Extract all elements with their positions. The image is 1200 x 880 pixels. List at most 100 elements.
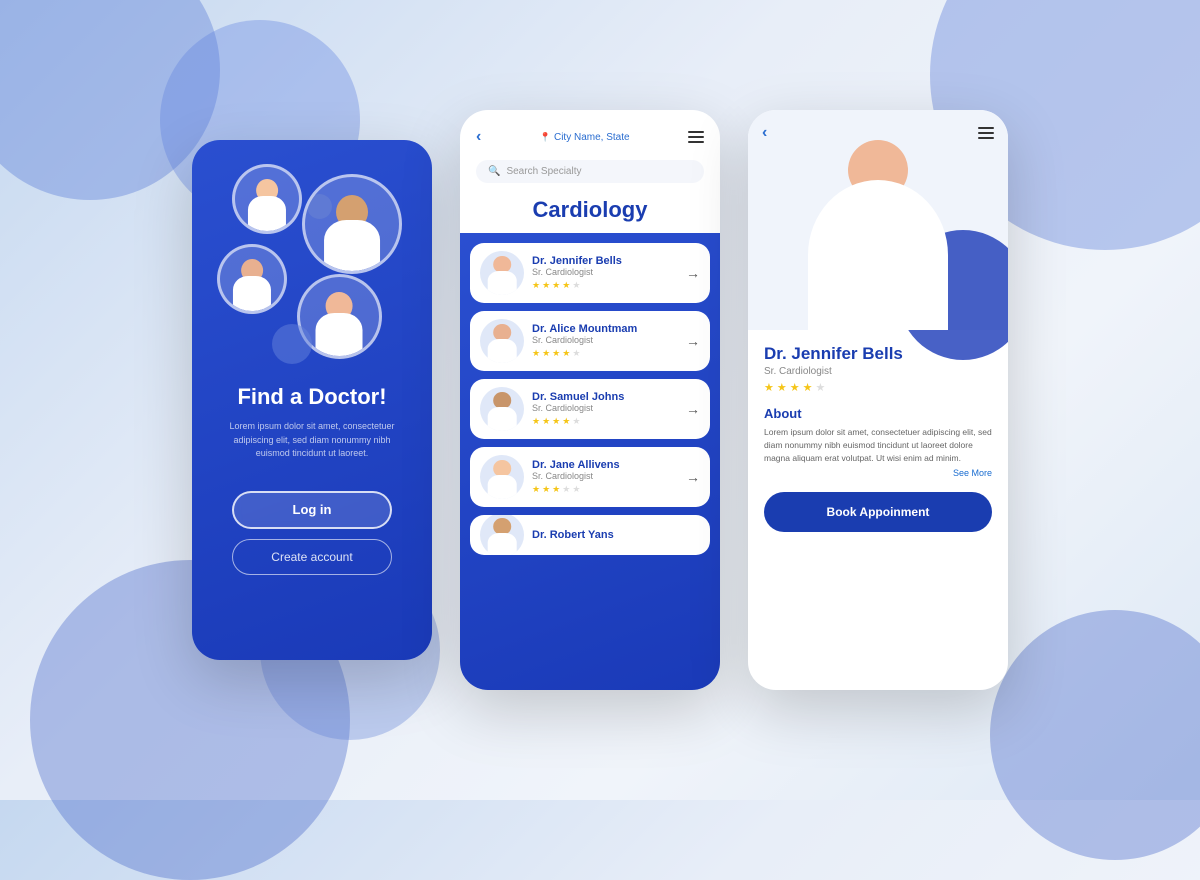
profile-body bbox=[808, 180, 948, 330]
profile-body-section: Dr. Jennifer Bells Sr. Cardiologist ★ ★ … bbox=[748, 330, 1008, 690]
doctor-stars-3: ★ ★ ★ ★ ★ bbox=[532, 416, 678, 427]
star-5: ★ bbox=[572, 280, 580, 291]
bubble-bg-large bbox=[272, 324, 312, 364]
profile-photo-section: ‹ bbox=[748, 110, 1008, 330]
doctor-name-1: Dr. Jennifer Bells bbox=[532, 255, 678, 267]
see-more-link[interactable]: See More bbox=[764, 468, 992, 478]
create-account-button[interactable]: Create account bbox=[232, 539, 392, 575]
star-5: ★ bbox=[572, 484, 580, 495]
doctor-name-4: Dr. Jane Allivens bbox=[532, 459, 678, 471]
star-2: ★ bbox=[542, 484, 550, 495]
doctor-specialty-4: Sr. Cardiologist bbox=[532, 471, 678, 481]
doctor-stars-1: ★ ★ ★ ★ ★ bbox=[532, 280, 678, 291]
profile-star-4: ★ bbox=[803, 381, 813, 394]
doctor-info-2: Dr. Alice Mountmam Sr. Cardiologist ★ ★ … bbox=[532, 323, 678, 359]
arrow-icon-2[interactable]: → bbox=[686, 333, 700, 349]
star-5: ★ bbox=[572, 416, 580, 427]
profile-specialty: Sr. Cardiologist bbox=[764, 366, 992, 377]
doctor-specialty-1: Sr. Cardiologist bbox=[532, 267, 678, 277]
star-3: ★ bbox=[552, 348, 560, 359]
star-3: ★ bbox=[552, 280, 560, 291]
screen-find-doctor: Find a Doctor! Lorem ipsum dolor sit ame… bbox=[192, 140, 432, 660]
star-1: ★ bbox=[532, 416, 540, 427]
doctor-card-3[interactable]: Dr. Samuel Johns Sr. Cardiologist ★ ★ ★ … bbox=[470, 379, 710, 439]
doctor-avatar-5 bbox=[480, 515, 524, 555]
profile-star-1: ★ bbox=[764, 381, 774, 394]
location-label: 📍 City Name, State bbox=[540, 132, 630, 143]
star-1: ★ bbox=[532, 348, 540, 359]
star-3: ★ bbox=[552, 484, 560, 495]
doctor-avatar-1 bbox=[480, 251, 524, 295]
menu-line-3 bbox=[688, 141, 704, 143]
arrow-icon-3[interactable]: → bbox=[686, 401, 700, 417]
profile-star-2: ★ bbox=[777, 381, 787, 394]
doctor-stars-4: ★ ★ ★ ★ ★ bbox=[532, 484, 678, 495]
specialty-title: Cardiology bbox=[460, 189, 720, 233]
doctor-name-2: Dr. Alice Mountmam bbox=[532, 323, 678, 335]
profile-stars: ★ ★ ★ ★ ★ bbox=[764, 381, 992, 394]
screen-doctor-profile: ‹ Dr. Jennifer Bells Sr. Cardiologist ★ bbox=[748, 110, 1008, 690]
doctor-avatar-4 bbox=[480, 455, 524, 499]
back-button[interactable]: ‹ bbox=[476, 128, 481, 146]
search-bar[interactable]: 🔍 Search Specialty bbox=[476, 160, 704, 183]
doctor-list: Dr. Jennifer Bells Sr. Cardiologist ★ ★ … bbox=[460, 233, 720, 690]
find-doctor-title: Find a Doctor! bbox=[237, 384, 386, 410]
screens-container: Find a Doctor! Lorem ipsum dolor sit ame… bbox=[192, 110, 1008, 690]
star-2: ★ bbox=[542, 348, 550, 359]
menu-line-2 bbox=[688, 136, 704, 138]
doctor-bubble-1 bbox=[232, 164, 302, 234]
list-header: ‹ 📍 City Name, State bbox=[460, 110, 720, 154]
doctor-card-2[interactable]: Dr. Alice Mountmam Sr. Cardiologist ★ ★ … bbox=[470, 311, 710, 371]
menu-line-2 bbox=[978, 132, 994, 134]
star-2: ★ bbox=[542, 416, 550, 427]
star-4: ★ bbox=[562, 348, 570, 359]
book-appointment-button[interactable]: Book Appoinment bbox=[764, 492, 992, 532]
doctor-avatar-3 bbox=[480, 387, 524, 431]
search-placeholder: Search Specialty bbox=[506, 166, 581, 177]
profile-menu-button[interactable] bbox=[978, 127, 994, 139]
doctor-avatar-2 bbox=[480, 319, 524, 363]
profile-back-button[interactable]: ‹ bbox=[762, 124, 767, 142]
profile-star-5: ★ bbox=[816, 381, 826, 394]
profile-photo-area bbox=[748, 110, 1008, 330]
doctor-bubble-2 bbox=[302, 174, 402, 274]
doctor-bubble-3 bbox=[217, 244, 287, 314]
star-1: ★ bbox=[532, 280, 540, 291]
arrow-icon-1[interactable]: → bbox=[686, 265, 700, 281]
doctor-name-5: Dr. Robert Yans bbox=[532, 529, 700, 541]
doctor-name-3: Dr. Samuel Johns bbox=[532, 391, 678, 403]
pin-icon: 📍 bbox=[540, 132, 551, 143]
menu-line-1 bbox=[978, 127, 994, 129]
doctor-info-1: Dr. Jennifer Bells Sr. Cardiologist ★ ★ … bbox=[532, 255, 678, 291]
doctor-info-5: Dr. Robert Yans bbox=[532, 529, 700, 541]
search-icon: 🔍 bbox=[488, 166, 500, 177]
doctor-bubbles bbox=[212, 164, 412, 364]
doctor-card-5-partial[interactable]: Dr. Robert Yans bbox=[470, 515, 710, 555]
doctor-info-4: Dr. Jane Allivens Sr. Cardiologist ★ ★ ★… bbox=[532, 459, 678, 495]
about-text: Lorem ipsum dolor sit amet, consectetuer… bbox=[764, 426, 992, 464]
doctor-info-3: Dr. Samuel Johns Sr. Cardiologist ★ ★ ★ … bbox=[532, 391, 678, 427]
doctor-specialty-2: Sr. Cardiologist bbox=[532, 335, 678, 345]
menu-line-1 bbox=[688, 131, 704, 133]
profile-header-row: ‹ bbox=[762, 124, 994, 142]
login-button[interactable]: Log in bbox=[232, 491, 392, 529]
arrow-icon-4[interactable]: → bbox=[686, 469, 700, 485]
doctor-stars-2: ★ ★ ★ ★ ★ bbox=[532, 348, 678, 359]
profile-doctor-figure bbox=[788, 120, 968, 330]
doctor-specialty-3: Sr. Cardiologist bbox=[532, 403, 678, 413]
screen-doctor-list: ‹ 📍 City Name, State 🔍 Search Specialty … bbox=[460, 110, 720, 690]
find-doctor-description: Lorem ipsum dolor sit amet, consectetuer… bbox=[212, 420, 412, 461]
star-4: ★ bbox=[562, 280, 570, 291]
star-4: ★ bbox=[562, 416, 570, 427]
star-3: ★ bbox=[552, 416, 560, 427]
doctor-card-1[interactable]: Dr. Jennifer Bells Sr. Cardiologist ★ ★ … bbox=[470, 243, 710, 303]
menu-line-3 bbox=[978, 137, 994, 139]
doctor-card-4[interactable]: Dr. Jane Allivens Sr. Cardiologist ★ ★ ★… bbox=[470, 447, 710, 507]
profile-star-3: ★ bbox=[790, 381, 800, 394]
star-1: ★ bbox=[532, 484, 540, 495]
star-2: ★ bbox=[542, 280, 550, 291]
bg-decoration-6 bbox=[990, 610, 1200, 860]
about-title: About bbox=[764, 406, 992, 421]
menu-button[interactable] bbox=[688, 131, 704, 143]
star-4: ★ bbox=[562, 484, 570, 495]
